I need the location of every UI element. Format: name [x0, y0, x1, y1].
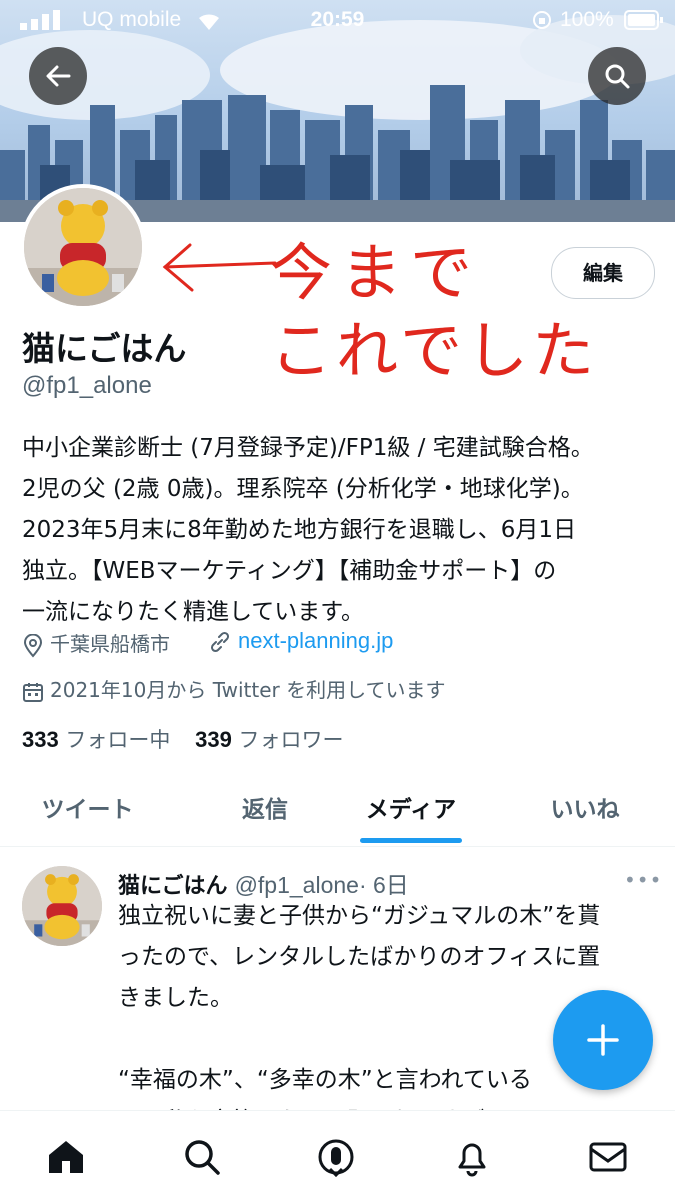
username: @fp1_alone — [22, 372, 152, 399]
profile-location: 千葉県船橋市 — [22, 628, 170, 658]
tweet-line: 独立祝いに妻と子供から“ガジュマルの木”を貰 — [118, 903, 601, 929]
display-name: 猫にごはん — [22, 329, 187, 368]
calendar-icon — [23, 682, 43, 702]
annotation-line-2: これでした — [270, 314, 599, 387]
joined-text: 2021年10月から Twitter を利用しています — [50, 678, 446, 702]
compose-tweet-button[interactable] — [553, 990, 653, 1090]
tweet-author-handle[interactable]: @fp1_alone — [235, 872, 359, 898]
tweet-timestamp: · 6日 — [358, 872, 409, 898]
location-pin-icon — [23, 633, 43, 658]
profile-avatar[interactable] — [20, 184, 146, 310]
back-arrow-icon — [46, 65, 71, 87]
search-icon[interactable] — [182, 1137, 222, 1177]
followers-count: 339 — [195, 727, 232, 752]
bio-line: 独立。【WEBマーケティング】【補助金サポート】の — [22, 558, 557, 584]
link-icon — [210, 632, 230, 653]
profile-website-link[interactable]: next-planning.jp — [208, 628, 393, 654]
more-options-icon[interactable]: ••• — [624, 868, 662, 892]
followers-label: フォロワー — [238, 728, 344, 752]
bio-line: 中小企業診断士 (7月登録予定)/FP1級 / 宅建試験合格。 — [22, 435, 594, 461]
website-text[interactable]: next-planning.jp — [238, 628, 393, 653]
tab-tweets[interactable]: ツイート — [30, 790, 145, 824]
tweet-header: 猫にごはん @fp1_alone· 6日 — [118, 866, 409, 900]
profile-joined-date: 2021年10月から Twitter を利用しています — [22, 674, 446, 703]
follow-stats: 333 フォロー中 339 フォロワー — [22, 724, 362, 754]
tweet-line: で。私も家族のために頑張りますが、Twitter — [118, 1101, 658, 1110]
tweet-line: ったので、レンタルしたばかりのオフィスに置 — [118, 944, 601, 970]
search-button[interactable] — [588, 47, 646, 105]
bear-plush-image — [24, 188, 142, 306]
bottom-navigation — [0, 1110, 675, 1201]
mail-icon[interactable] — [588, 1137, 628, 1177]
tab-replies[interactable]: 返信 — [225, 790, 305, 824]
battery-icon — [624, 10, 663, 30]
tab-likes[interactable]: いいね — [535, 790, 635, 824]
edit-profile-button[interactable]: 編集 — [551, 247, 655, 299]
search-icon — [605, 64, 630, 89]
active-tab-indicator — [360, 838, 462, 843]
bio-line: 2023年5月末に8年勤めた地方銀行を退職し、6月1日 — [22, 517, 577, 543]
home-icon[interactable] — [46, 1137, 86, 1177]
plus-icon — [587, 1024, 619, 1056]
status-bar: UQ mobile 20:59 100% — [0, 0, 675, 38]
following-count: 333 — [22, 727, 59, 752]
tab-media[interactable]: メディア — [350, 790, 472, 824]
bell-icon[interactable] — [452, 1137, 492, 1177]
profile-tabs: ツイート 返信 メディア いいね — [0, 762, 675, 847]
bio-line: 一流になりたく精進しています。 — [22, 599, 365, 625]
battery-percent: 100% — [560, 8, 614, 31]
followers-link[interactable]: 339 フォロワー — [195, 727, 361, 752]
location-text: 千葉県船橋市 — [50, 632, 170, 656]
annotation-line-1: 今まで — [270, 236, 481, 309]
profile-bio: 中小企業診断士 (7月登録予定)/FP1級 / 宅建試験合格。 2児の父 (2歳… — [22, 428, 652, 633]
following-link[interactable]: 333 フォロー中 — [22, 727, 195, 752]
orientation-lock-icon — [533, 11, 551, 29]
following-label: フォロー中 — [65, 728, 171, 752]
bear-plush-image — [22, 866, 102, 946]
back-button[interactable] — [29, 47, 87, 105]
tweet-avatar[interactable] — [22, 866, 102, 946]
bio-line: 2児の父 (2歳 0歳)。理系院卒 (分析化学・地球化学)。 — [22, 476, 584, 502]
spaces-icon[interactable] — [316, 1137, 356, 1177]
